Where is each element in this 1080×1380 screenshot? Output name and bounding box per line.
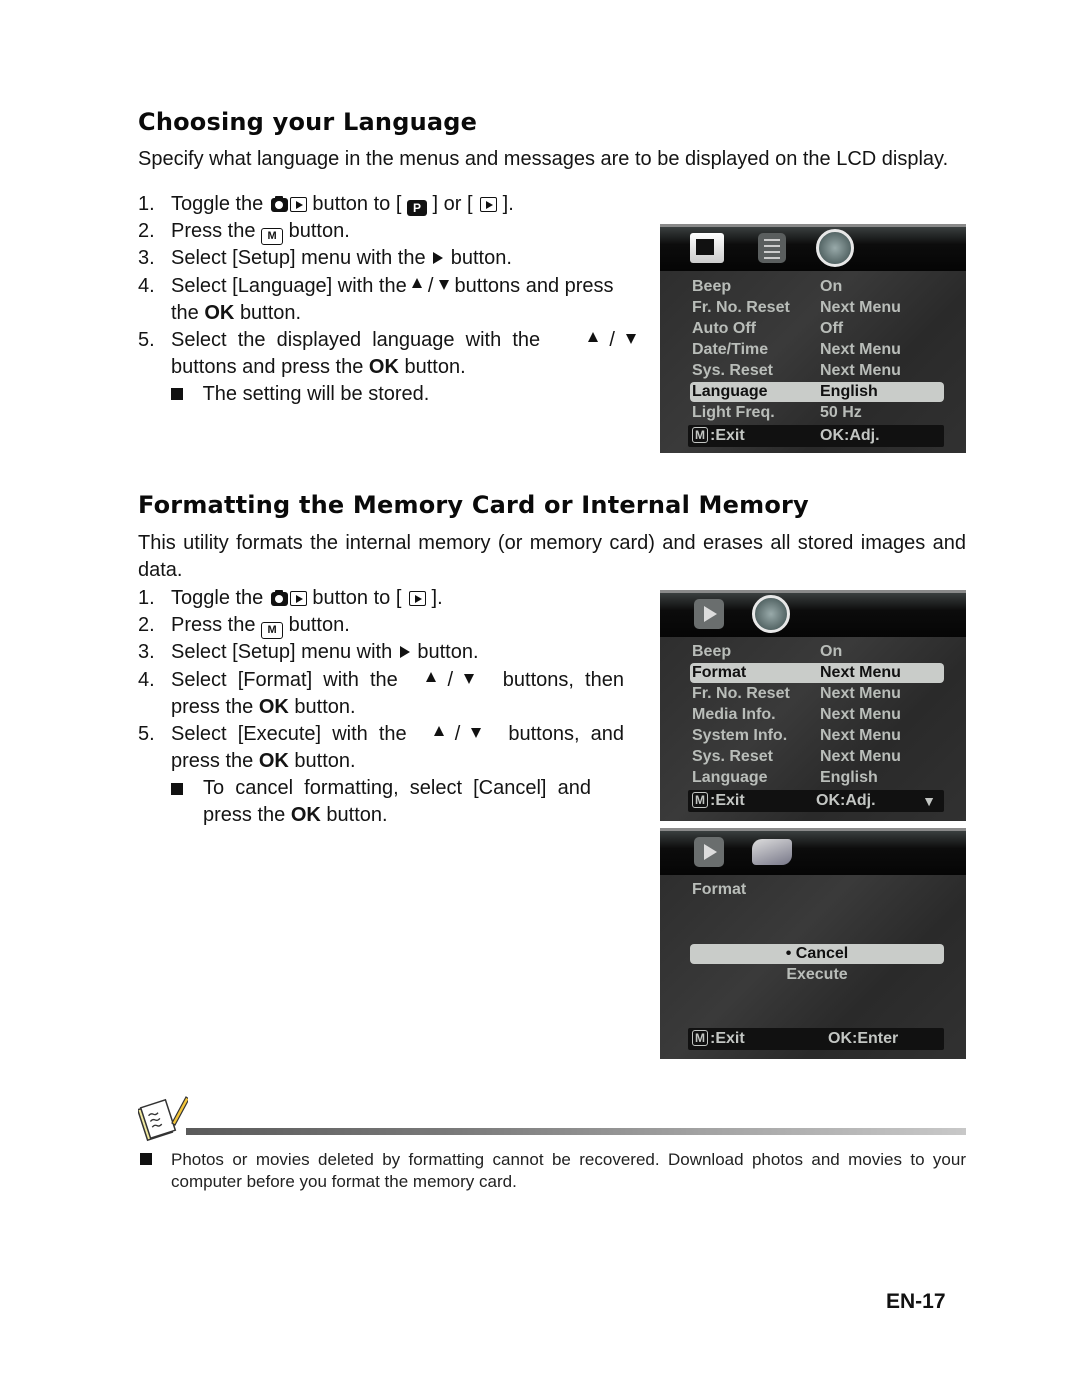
up-arrow-icon bbox=[426, 672, 437, 682]
lcd-format-confirm: Format • Cancel Execute M:Exit OK:Enter bbox=[660, 828, 966, 1059]
playback-mode-icon bbox=[694, 837, 724, 867]
up-arrow-icon bbox=[433, 726, 444, 736]
playback-icon bbox=[289, 197, 307, 212]
bullet-square-icon bbox=[171, 783, 183, 795]
section-intro-format: This utility formats the internal memory… bbox=[138, 532, 966, 581]
camera-icon bbox=[270, 590, 288, 606]
menu-row-fr-no-reset[interactable]: Fr. No. Reset Next Menu bbox=[690, 684, 944, 704]
note-cancel-formatting: To cancel formatting, select [Cancel] an… bbox=[171, 775, 631, 829]
menu-row-language[interactable]: Language English bbox=[690, 768, 944, 788]
bullet-square-icon bbox=[140, 1153, 152, 1165]
step-5: 5. Select the displayed language with th… bbox=[138, 327, 638, 381]
menu-row-language-selected[interactable]: Language English bbox=[690, 382, 944, 402]
list-menu-icon bbox=[758, 233, 786, 263]
setup-wrench-icon bbox=[752, 595, 790, 633]
up-arrow-icon bbox=[412, 278, 423, 288]
menu-key-icon: M bbox=[692, 1030, 708, 1046]
option-execute[interactable]: Execute bbox=[690, 965, 944, 985]
right-arrow-icon bbox=[433, 252, 444, 264]
playback-icon bbox=[408, 591, 426, 606]
menu-row-auto-off[interactable]: Auto Off Off bbox=[690, 319, 944, 339]
down-arrow-icon bbox=[626, 334, 636, 344]
scroll-down-indicator-icon: ▼ bbox=[922, 793, 936, 809]
up-arrow-icon bbox=[588, 332, 599, 342]
menu-row-format-selected[interactable]: Format Next Menu bbox=[690, 663, 944, 683]
menu-button-icon: M bbox=[261, 228, 284, 245]
menu-row-fr-no-reset[interactable]: Fr. No. Reset Next Menu bbox=[690, 298, 944, 318]
setup-wrench-icon bbox=[752, 839, 792, 865]
lcd-setup-menu-language: Beep On Fr. No. Reset Next Menu Auto Off Of… bbox=[660, 224, 966, 453]
option-cancel-selected[interactable]: • Cancel bbox=[690, 944, 944, 964]
down-arrow-icon bbox=[471, 728, 482, 738]
playback-mode-icon bbox=[694, 599, 724, 629]
page-number: EN-17 bbox=[886, 1290, 946, 1313]
menu-key-icon: M bbox=[692, 427, 708, 443]
menu-row-sys-reset[interactable]: Sys. Reset Next Menu bbox=[690, 747, 944, 767]
menu-key-icon: M bbox=[692, 792, 708, 808]
camera-icon bbox=[270, 196, 288, 212]
menu-row-system-info[interactable]: System Info. Next Menu bbox=[690, 726, 944, 746]
down-arrow-icon bbox=[464, 674, 475, 684]
camera-mode-icon bbox=[690, 233, 724, 263]
step-4: 4. Select [Format] with the / buttons, t… bbox=[138, 669, 624, 718]
playback-icon bbox=[289, 591, 307, 606]
menu-row-sys-reset[interactable]: Sys. Reset Next Menu bbox=[690, 361, 944, 381]
section-title-format: Formatting the Memory Card or Internal M… bbox=[138, 491, 809, 519]
note-divider bbox=[186, 1128, 966, 1135]
right-arrow-icon bbox=[399, 646, 410, 658]
menu-row-beep[interactable]: Beep On bbox=[690, 642, 944, 662]
bullet-square-icon bbox=[171, 388, 183, 400]
note-setting-stored: The setting will be stored. bbox=[171, 381, 631, 408]
menu-row-beep[interactable]: Beep On bbox=[690, 277, 944, 297]
section-intro-language: Specify what language in the menus and m… bbox=[138, 148, 949, 170]
menu-button-icon: M bbox=[261, 622, 284, 639]
lcd-footer: M:Exit OK:Enter bbox=[688, 1028, 944, 1050]
down-arrow-icon bbox=[438, 280, 449, 290]
menu-row-media-info[interactable]: Media Info. Next Menu bbox=[690, 705, 944, 725]
menu-row-date-time[interactable]: Date/Time Next Menu bbox=[690, 340, 944, 360]
section-title-language: Choosing your Language bbox=[138, 108, 478, 136]
confirm-heading: Format bbox=[692, 881, 747, 898]
program-mode-icon: P bbox=[406, 200, 427, 216]
lcd-footer: M:Exit OK:Adj. bbox=[688, 425, 944, 447]
notepad-pencil-icon bbox=[136, 1093, 190, 1143]
lcd-footer: M:Exit OK:Adj. ▼ bbox=[688, 790, 944, 812]
lcd-setup-menu-format: Beep On Format Next Menu Fr. No. Reset Next… bbox=[660, 590, 966, 821]
menu-row-light-freq[interactable]: Light Freq. 50 Hz bbox=[690, 403, 944, 423]
step-5: 5. Select [Execute] with the / buttons, … bbox=[138, 723, 624, 772]
step-4: 4. Select [Language] with the / buttons … bbox=[138, 275, 614, 324]
note-text: Photos or movies deleted by formatting c… bbox=[171, 1150, 966, 1191]
setup-wrench-icon bbox=[816, 229, 854, 267]
playback-icon bbox=[480, 197, 498, 212]
